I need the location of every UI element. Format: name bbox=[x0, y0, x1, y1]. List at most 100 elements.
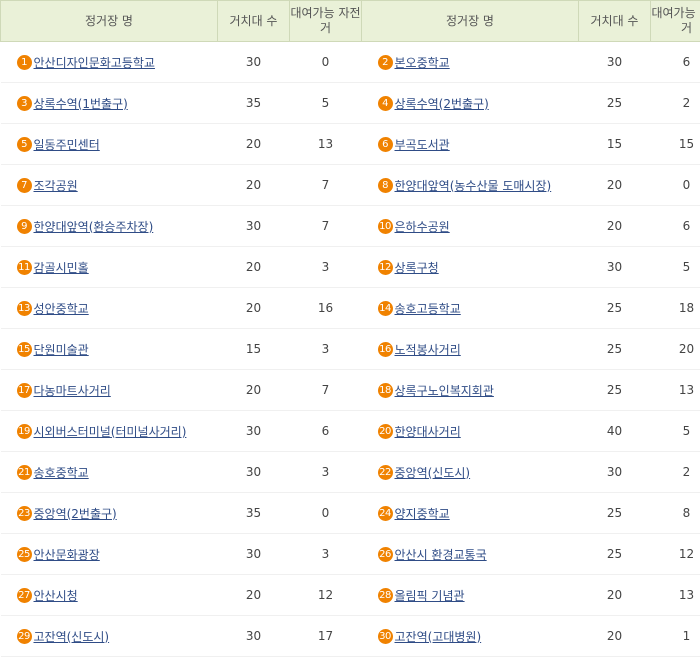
station-link[interactable]: 본오중학교 bbox=[395, 56, 450, 70]
station-link[interactable]: 조각공원 bbox=[34, 179, 78, 193]
station-link[interactable]: 다농마트사거리 bbox=[34, 384, 111, 398]
station-number-badge: 14 bbox=[378, 301, 393, 316]
station-cell: 5일동주민센터 bbox=[1, 124, 218, 165]
rack-count: 25 bbox=[579, 370, 651, 411]
station-link[interactable]: 단원미술관 bbox=[34, 343, 89, 357]
available-bikes: 0 bbox=[290, 42, 362, 83]
station-link[interactable]: 부곡도서관 bbox=[395, 138, 450, 152]
station-link[interactable]: 안산시 환경교통국 bbox=[395, 548, 487, 562]
station-link[interactable]: 상록구노인복지회관 bbox=[395, 384, 494, 398]
rack-count: 30 bbox=[579, 452, 651, 493]
station-cell: 15단원미술관 bbox=[1, 329, 218, 370]
station-cell: 28올림픽 기념관 bbox=[362, 575, 579, 616]
station-cell: 9한양대앞역(환승주차장) bbox=[1, 206, 218, 247]
available-bikes: 12 bbox=[290, 575, 362, 616]
table-row: 7조각공원2078한양대앞역(농수산물 도매시장)200 bbox=[1, 165, 700, 206]
rack-count: 20 bbox=[218, 124, 290, 165]
rack-count: 30 bbox=[579, 42, 651, 83]
rack-count: 35 bbox=[218, 493, 290, 534]
station-cell: 3상록수역(1번출구) bbox=[1, 83, 218, 124]
station-link[interactable]: 안산시청 bbox=[34, 589, 78, 603]
station-cell: 21송호중학교 bbox=[1, 452, 218, 493]
station-link[interactable]: 한양대사거리 bbox=[395, 425, 461, 439]
header-rack-count: 거치대 수 bbox=[579, 1, 651, 42]
available-bikes: 8 bbox=[651, 493, 700, 534]
station-table: 정거장 명 거치대 수 대여가능 자전거 정거장 명 거치대 수 대여가능 자전… bbox=[0, 0, 700, 657]
available-bikes: 5 bbox=[651, 411, 700, 452]
station-cell: 6부곡도서관 bbox=[362, 124, 579, 165]
table-row: 25안산문화광장30326안산시 환경교통국2512 bbox=[1, 534, 700, 575]
station-link[interactable]: 한양대앞역(농수산물 도매시장) bbox=[395, 179, 552, 193]
station-link[interactable]: 시외버스터미널(터미널사거리) bbox=[34, 425, 187, 439]
station-link[interactable]: 한양대앞역(환승주차장) bbox=[34, 220, 154, 234]
rack-count: 20 bbox=[218, 288, 290, 329]
table-row: 1안산디자인문화고등학교3002본오중학교306 bbox=[1, 42, 700, 83]
table-row: 17다농마트사거리20718상록구노인복지회관2513 bbox=[1, 370, 700, 411]
table-row: 11감골시민홀20312상록구청305 bbox=[1, 247, 700, 288]
station-link[interactable]: 송호중학교 bbox=[34, 466, 89, 480]
station-link[interactable]: 송호고등학교 bbox=[395, 302, 461, 316]
station-link[interactable]: 상록구청 bbox=[395, 261, 439, 275]
station-link[interactable]: 고잔역(고대병원) bbox=[395, 630, 482, 644]
station-number-badge: 1 bbox=[17, 55, 32, 70]
table-row: 27안산시청201228올림픽 기념관2013 bbox=[1, 575, 700, 616]
available-bikes: 3 bbox=[290, 534, 362, 575]
station-cell: 14송호고등학교 bbox=[362, 288, 579, 329]
station-number-badge: 7 bbox=[17, 178, 32, 193]
table-row: 21송호중학교30322중앙역(신도시)302 bbox=[1, 452, 700, 493]
station-link[interactable]: 일동주민센터 bbox=[34, 138, 100, 152]
station-cell: 23중앙역(2번출구) bbox=[1, 493, 218, 534]
station-link[interactable]: 양지중학교 bbox=[395, 507, 450, 521]
station-link[interactable]: 은하수공원 bbox=[395, 220, 450, 234]
rack-count: 30 bbox=[218, 206, 290, 247]
station-link[interactable]: 상록수역(2번출구) bbox=[395, 97, 489, 111]
station-link[interactable]: 감골시민홀 bbox=[34, 261, 89, 275]
table-row: 23중앙역(2번출구)35024양지중학교258 bbox=[1, 493, 700, 534]
station-cell: 12상록구청 bbox=[362, 247, 579, 288]
header-row: 정거장 명 거치대 수 대여가능 자전거 정거장 명 거치대 수 대여가능 자전… bbox=[1, 1, 700, 42]
station-cell: 13성안중학교 bbox=[1, 288, 218, 329]
header-station-name: 정거장 명 bbox=[1, 1, 218, 42]
station-number-badge: 29 bbox=[17, 629, 32, 644]
rack-count: 40 bbox=[579, 411, 651, 452]
station-number-badge: 19 bbox=[17, 424, 32, 439]
station-link[interactable]: 중앙역(2번출구) bbox=[34, 507, 117, 521]
station-link[interactable]: 안산디자인문화고등학교 bbox=[34, 56, 155, 70]
station-cell: 27안산시청 bbox=[1, 575, 218, 616]
available-bikes: 2 bbox=[651, 83, 700, 124]
station-cell: 24양지중학교 bbox=[362, 493, 579, 534]
table-header: 정거장 명 거치대 수 대여가능 자전거 정거장 명 거치대 수 대여가능 자전… bbox=[1, 1, 700, 42]
station-cell: 10은하수공원 bbox=[362, 206, 579, 247]
station-link[interactable]: 안산문화광장 bbox=[34, 548, 100, 562]
rack-count: 20 bbox=[579, 575, 651, 616]
available-bikes: 3 bbox=[290, 452, 362, 493]
rack-count: 25 bbox=[579, 329, 651, 370]
station-cell: 4상록수역(2번출구) bbox=[362, 83, 579, 124]
available-bikes: 13 bbox=[290, 124, 362, 165]
station-number-badge: 27 bbox=[17, 588, 32, 603]
available-bikes: 6 bbox=[651, 42, 700, 83]
station-number-badge: 17 bbox=[17, 383, 32, 398]
available-bikes: 3 bbox=[290, 329, 362, 370]
station-link[interactable]: 고잔역(신도시) bbox=[34, 630, 110, 644]
rack-count: 30 bbox=[579, 247, 651, 288]
rack-count: 20 bbox=[579, 616, 651, 657]
station-cell: 26안산시 환경교통국 bbox=[362, 534, 579, 575]
header-rack-count: 거치대 수 bbox=[218, 1, 290, 42]
station-cell: 17다농마트사거리 bbox=[1, 370, 218, 411]
rack-count: 15 bbox=[579, 124, 651, 165]
station-link[interactable]: 올림픽 기념관 bbox=[395, 589, 465, 603]
station-link[interactable]: 노적봉사거리 bbox=[395, 343, 461, 357]
rack-count: 20 bbox=[218, 247, 290, 288]
station-link[interactable]: 중앙역(신도시) bbox=[395, 466, 471, 480]
station-number-badge: 23 bbox=[17, 506, 32, 521]
station-cell: 8한양대앞역(농수산물 도매시장) bbox=[362, 165, 579, 206]
available-bikes: 16 bbox=[290, 288, 362, 329]
station-number-badge: 5 bbox=[17, 137, 32, 152]
station-link[interactable]: 상록수역(1번출구) bbox=[34, 97, 128, 111]
station-cell: 2본오중학교 bbox=[362, 42, 579, 83]
station-link[interactable]: 성안중학교 bbox=[34, 302, 89, 316]
available-bikes: 6 bbox=[651, 206, 700, 247]
available-bikes: 1 bbox=[651, 616, 700, 657]
available-bikes: 5 bbox=[290, 83, 362, 124]
